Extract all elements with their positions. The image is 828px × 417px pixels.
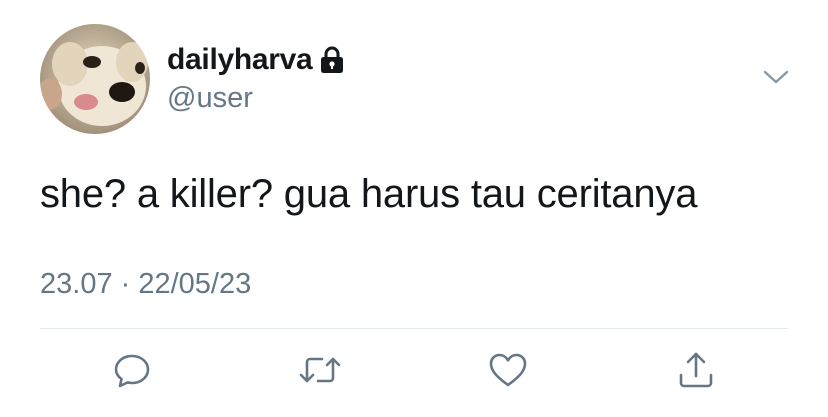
retweet-button[interactable] bbox=[298, 348, 342, 392]
divider bbox=[40, 328, 788, 329]
avatar[interactable] bbox=[40, 24, 150, 134]
lock-icon bbox=[320, 46, 344, 74]
tweet-timestamp[interactable]: 23.07 · 22/05/23 bbox=[40, 268, 251, 301]
reply-icon bbox=[114, 354, 150, 388]
tweet-card: dailyharva @user she? a killer? gua haru… bbox=[0, 0, 828, 417]
display-name[interactable]: dailyharva bbox=[167, 43, 313, 77]
retweet-icon bbox=[299, 357, 341, 383]
avatar-image bbox=[40, 24, 150, 134]
share-icon bbox=[679, 352, 713, 388]
user-handle[interactable]: @user bbox=[167, 82, 253, 115]
author-name-row: dailyharva bbox=[167, 42, 344, 78]
action-bar bbox=[0, 348, 828, 396]
like-button[interactable] bbox=[486, 348, 530, 392]
tweet-text: she? a killer? gua harus tau ceritanya bbox=[40, 172, 698, 216]
reply-button[interactable] bbox=[110, 348, 154, 392]
chevron-down-icon[interactable] bbox=[762, 66, 790, 88]
heart-icon bbox=[489, 353, 527, 387]
share-button[interactable] bbox=[674, 348, 718, 392]
